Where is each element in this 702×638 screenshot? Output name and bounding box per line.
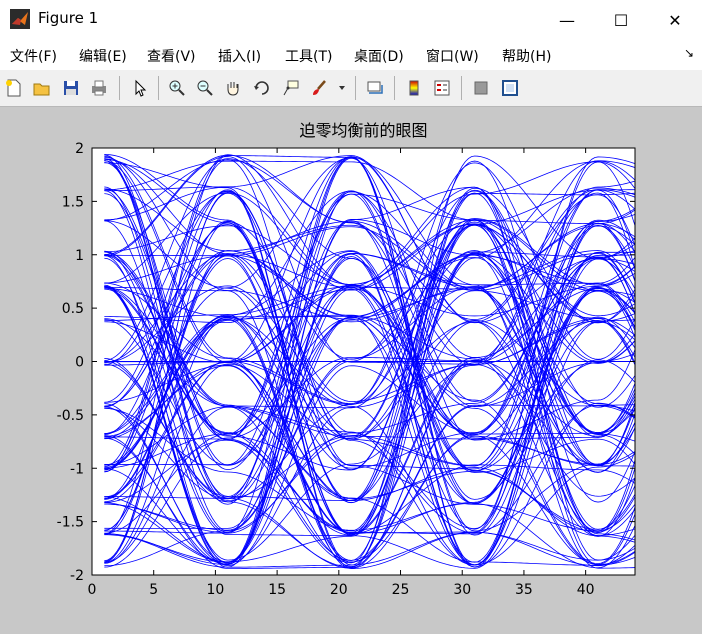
menu-tools[interactable]: 工具(T) <box>285 46 332 66</box>
maximize-button[interactable]: ☐ <box>594 0 648 40</box>
rotate-3d-icon[interactable] <box>251 77 273 99</box>
y-tick-label: 1 <box>75 248 84 264</box>
x-tick-label: 40 <box>577 582 595 598</box>
minimize-button[interactable]: — <box>540 0 594 40</box>
figure-toolbar <box>0 70 702 107</box>
pan-hand-icon[interactable] <box>222 77 244 99</box>
x-tick-label: 30 <box>453 582 471 598</box>
toolbar-separator <box>158 76 159 100</box>
data-cursor-icon[interactable] <box>280 77 302 99</box>
toolbar-separator <box>119 76 120 100</box>
y-tick-label: 0 <box>75 355 84 371</box>
x-tick-label: 5 <box>149 582 158 598</box>
menu-insert[interactable]: 插入(I) <box>218 46 261 66</box>
chart-title: 迫零均衡前的眼图 <box>299 121 427 140</box>
menu-bar: 文件(F) 编辑(E) 查看(V) 插入(I) 工具(T) 桌面(D) 窗口(W… <box>0 40 702 70</box>
show-plot-tools-icon[interactable] <box>499 77 521 99</box>
toolbar-separator <box>394 76 395 100</box>
x-tick-label: 25 <box>392 582 410 598</box>
print-icon[interactable] <box>88 77 110 99</box>
close-icon: ✕ <box>668 10 682 30</box>
y-tick-label: -2 <box>70 568 84 584</box>
brush-icon[interactable] <box>308 77 330 99</box>
window-title: Figure 1 <box>38 9 99 27</box>
colorbar-icon[interactable] <box>403 77 425 99</box>
save-icon[interactable] <box>60 77 82 99</box>
menu-window[interactable]: 窗口(W) <box>426 46 479 66</box>
maximize-icon: ☐ <box>613 10 629 30</box>
menu-file[interactable]: 文件(F) <box>10 46 57 66</box>
new-figure-icon[interactable] <box>3 77 25 99</box>
hide-plot-tools-icon[interactable] <box>470 77 492 99</box>
x-tick-label: 0 <box>88 582 97 598</box>
zoom-out-icon[interactable] <box>194 77 216 99</box>
x-tick-label: 20 <box>330 582 348 598</box>
x-tick-label: 35 <box>515 582 533 598</box>
minimize-icon: — <box>559 10 575 30</box>
open-file-icon[interactable] <box>31 77 53 99</box>
dock-arrow-icon[interactable]: ↘ <box>684 46 694 60</box>
eye-diagram-plot[interactable]: 0 5 10 15 20 25 30 35 40 -2 -1.5 -1 -0.5 0 0.5 1 1.5 2 迫零均… <box>0 107 702 634</box>
menu-edit[interactable]: 编辑(E) <box>79 46 127 66</box>
y-tick-label: -0.5 <box>57 408 84 424</box>
brush-dropdown-icon[interactable] <box>336 77 348 99</box>
figure-canvas: 0 5 10 15 20 25 30 35 40 -2 -1.5 -1 -0.5 0 0.5 1 1.5 2 迫零均… <box>0 107 702 634</box>
legend-icon[interactable] <box>431 77 453 99</box>
close-button[interactable]: ✕ <box>648 0 702 40</box>
toolbar-separator <box>461 76 462 100</box>
menu-view[interactable]: 查看(V) <box>147 46 196 66</box>
title-bar: Figure 1 — ☐ ✕ <box>0 0 702 40</box>
toolbar-separator <box>355 76 356 100</box>
y-tick-label: 2 <box>75 141 84 157</box>
x-tick-label: 10 <box>206 582 224 598</box>
matlab-logo-icon <box>10 9 30 29</box>
zoom-in-icon[interactable] <box>166 77 188 99</box>
menu-desktop[interactable]: 桌面(D) <box>354 46 404 66</box>
edit-plot-arrow-icon[interactable] <box>129 77 151 99</box>
y-tick-label: 0.5 <box>62 301 84 317</box>
figure-window: Figure 1 — ☐ ✕ 文件(F) 编辑(E) 查看(V) 插入(I) 工… <box>0 0 702 634</box>
link-plot-icon[interactable] <box>364 77 386 99</box>
x-tick-label: 15 <box>268 582 286 598</box>
y-tick-label: -1 <box>70 461 84 477</box>
y-tick-label: 1.5 <box>62 194 84 210</box>
menu-help[interactable]: 帮助(H) <box>502 46 551 66</box>
y-tick-label: -1.5 <box>57 515 84 531</box>
